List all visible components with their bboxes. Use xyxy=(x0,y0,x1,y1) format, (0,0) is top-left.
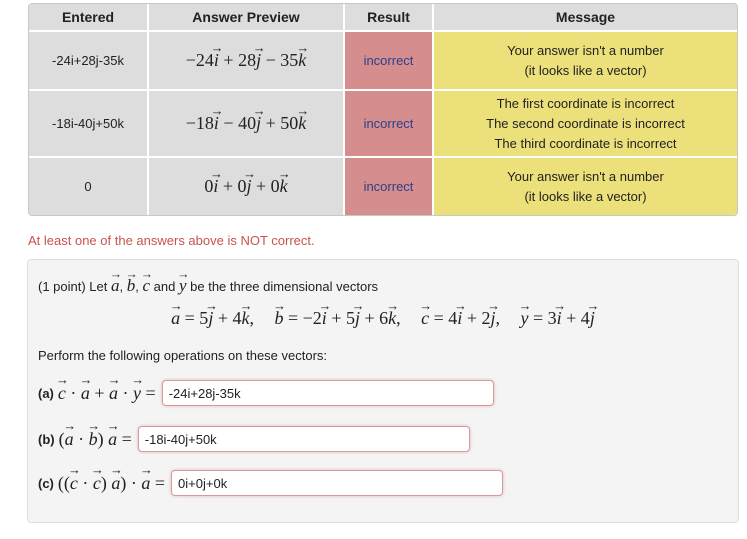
def-c: c = 4i + 2j, xyxy=(421,308,500,328)
part-c-expression: ((c · c) a) · a = xyxy=(58,473,165,494)
header-entered: Entered xyxy=(29,4,149,32)
vector-k: k xyxy=(298,50,306,71)
part-c: (c) ((c · c) a) · a = xyxy=(38,470,504,496)
vector-b-symbol: b xyxy=(127,276,136,295)
part-a-label: (a) xyxy=(38,385,54,401)
results-table: Entered Answer Preview Result Message -2… xyxy=(28,3,738,216)
answer-preview-cell: 0i + 0j + 0k xyxy=(149,158,345,215)
table-row: -24i+28j-35k −24i + 28j − 35k incorrect … xyxy=(29,32,737,91)
message-line: Your answer isn't a number xyxy=(507,168,664,184)
vector-i: i xyxy=(213,176,218,197)
preview-op: + xyxy=(222,176,233,196)
header-result: Result xyxy=(345,4,434,32)
vector-i: i xyxy=(214,50,219,71)
vector-j: j xyxy=(256,50,261,71)
message-line: The second coordinate is incorrect xyxy=(486,115,685,131)
result-cell: incorrect xyxy=(345,91,434,158)
header-message: Message xyxy=(434,4,737,32)
part-b-expression: (a · b) a = xyxy=(59,429,132,450)
part-a-expression: c · a + a · y = xyxy=(58,383,156,404)
vector-j: j xyxy=(247,176,252,197)
message-cell: Your answer isn't a number (it looks lik… xyxy=(434,158,737,215)
vector-y-symbol: y xyxy=(179,276,187,295)
results-header-row: Entered Answer Preview Result Message xyxy=(29,4,737,32)
preview-op: + xyxy=(256,176,267,196)
instruction-text: Perform the following operations on thes… xyxy=(38,348,328,363)
preview-op: + xyxy=(223,50,234,70)
problem-panel: (1 point) Let a, b, c and y be the three… xyxy=(27,259,739,523)
intro-tail: be the three dimensional vectors xyxy=(190,279,379,294)
answer-input-c[interactable] xyxy=(171,470,504,496)
preview-op: − xyxy=(265,50,276,70)
preview-op: + xyxy=(265,113,276,133)
vector-k: k xyxy=(280,176,288,197)
vector-j: j xyxy=(256,113,261,134)
preview-op: − xyxy=(223,113,234,133)
message-line: (it looks like a vector) xyxy=(524,188,647,204)
table-row: 0 0i + 0j + 0k incorrect Your answer isn… xyxy=(29,158,737,215)
vector-k: k xyxy=(298,113,306,134)
part-b: (b) (a · b) a = xyxy=(38,426,470,452)
problem-intro: (1 point) Let a, b, c and y be the three… xyxy=(38,276,378,296)
answer-preview-cell: −24i + 28j − 35k xyxy=(149,32,345,91)
entered-cell: -18i-40j+50k xyxy=(29,91,149,158)
def-b: b = −2i + 5j + 6k, xyxy=(274,308,400,328)
feedback-message: At least one of the answers above is NOT… xyxy=(28,233,315,248)
and-text: and xyxy=(153,279,176,294)
header-answer-preview: Answer Preview xyxy=(149,4,345,32)
answer-input-b[interactable] xyxy=(137,426,470,452)
result-cell: incorrect xyxy=(345,32,434,91)
answer-input-a[interactable] xyxy=(161,380,494,406)
message-line: Your answer isn't a number xyxy=(507,42,664,58)
vector-i: i xyxy=(214,113,219,134)
message-line: The first coordinate is incorrect xyxy=(496,95,675,111)
answer-preview-cell: −18i − 40j + 50k xyxy=(149,91,345,158)
entered-cell: -24i+28j-35k xyxy=(29,32,149,91)
entered-cell: 0 xyxy=(29,158,149,215)
part-a: (a) c · a + a · y = xyxy=(38,380,494,406)
def-a: a = 5j + 4k, xyxy=(171,308,254,328)
message-line: The third coordinate is incorrect xyxy=(494,135,677,151)
part-b-label: (b) xyxy=(38,431,55,447)
table-row: -18i-40j+50k −18i − 40j + 50k incorrect … xyxy=(29,91,737,158)
part-c-label: (c) xyxy=(38,475,54,491)
vector-c-symbol: c xyxy=(142,276,150,295)
vector-a-symbol: a xyxy=(111,276,120,295)
def-y: y = 3i + 4j xyxy=(520,308,594,328)
message-line: (it looks like a vector) xyxy=(524,62,647,78)
points-label: (1 point) Let xyxy=(38,279,108,294)
message-cell: The first coordinate is incorrect The se… xyxy=(434,91,737,158)
vector-definitions: a = 5j + 4k, b = −2i + 5j + 6k, c = 4i +… xyxy=(28,308,738,329)
result-cell: incorrect xyxy=(345,158,434,215)
message-cell: Your answer isn't a number (it looks lik… xyxy=(434,32,737,91)
